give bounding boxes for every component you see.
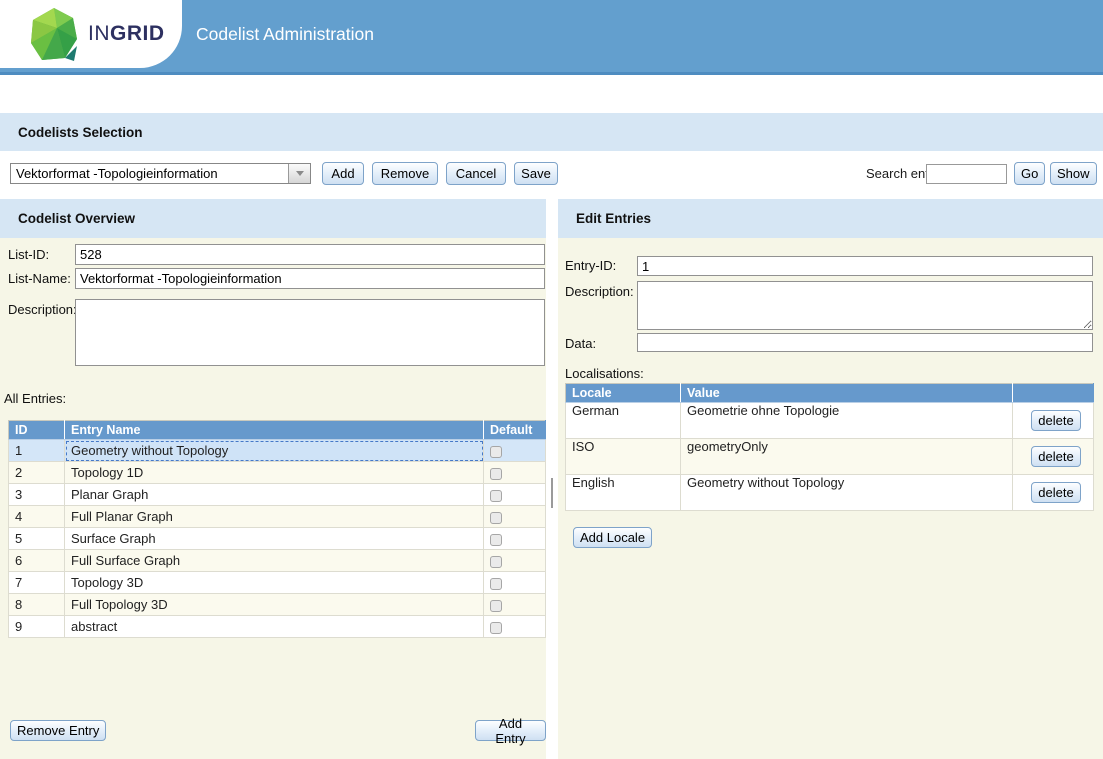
- locale-value-cell[interactable]: Geometry without Topology: [681, 475, 1013, 511]
- locale-row: ISO geometryOnly delete: [566, 439, 1094, 475]
- list-id-input[interactable]: [75, 244, 545, 265]
- cancel-button[interactable]: Cancel: [446, 162, 506, 185]
- add-codelist-button[interactable]: Add: [322, 162, 364, 185]
- chevron-down-icon: [296, 171, 304, 176]
- column-header-actions: [1013, 384, 1094, 403]
- entry-row[interactable]: 2Topology 1D: [9, 462, 546, 484]
- delete-locale-button[interactable]: delete: [1031, 482, 1080, 503]
- panel-resize-handle[interactable]: [551, 478, 553, 508]
- entry-row[interactable]: 1Geometry without Topology: [9, 440, 546, 462]
- page-title: Codelist Administration: [196, 0, 374, 68]
- codelist-dropdown[interactable]: Vektorformat -Topologieinformation: [10, 163, 311, 184]
- default-checkbox[interactable]: [490, 468, 502, 480]
- locale-value-cell[interactable]: geometryOnly: [681, 439, 1013, 475]
- entry-row[interactable]: 9abstract: [9, 616, 546, 638]
- description-label: Description:: [8, 302, 77, 317]
- codelist-description-textarea[interactable]: [75, 299, 545, 366]
- locale-value-cell[interactable]: Geometrie ohne Topologie: [681, 403, 1013, 439]
- all-entries-table: ID Entry Name Default 1Geometry without …: [8, 420, 546, 638]
- entry-id-input[interactable]: [637, 256, 1093, 276]
- default-checkbox[interactable]: [490, 578, 502, 590]
- locale-cell[interactable]: ISO: [566, 439, 681, 475]
- data-label: Data:: [565, 336, 596, 351]
- default-checkbox[interactable]: [490, 512, 502, 524]
- locale-cell[interactable]: German: [566, 403, 681, 439]
- entry-row[interactable]: 3Planar Graph: [9, 484, 546, 506]
- list-name-input[interactable]: [75, 268, 545, 289]
- codelist-overview-title: Codelist Overview: [0, 211, 135, 226]
- save-button[interactable]: Save: [514, 162, 558, 185]
- column-header-default: Default: [484, 421, 546, 440]
- search-entry-input[interactable]: [926, 164, 1007, 184]
- column-header-locale: Locale: [566, 384, 681, 403]
- localisations-label: Localisations:: [565, 366, 644, 381]
- all-entries-label: All Entries:: [4, 391, 66, 406]
- codelists-selection-bar: Codelists Selection: [0, 113, 1103, 151]
- default-checkbox[interactable]: [490, 490, 502, 502]
- entry-description-textarea[interactable]: [637, 281, 1093, 330]
- edit-entries-panel: Edit Entries Entry-ID: Description: Data…: [558, 199, 1103, 759]
- delete-locale-button[interactable]: delete: [1031, 410, 1080, 431]
- data-input[interactable]: [637, 333, 1093, 352]
- list-name-label: List-Name:: [8, 271, 71, 286]
- column-header-id: ID: [9, 421, 65, 440]
- ingrid-gem-icon: [28, 6, 80, 62]
- codelists-selection-title: Codelists Selection: [0, 125, 143, 140]
- localisations-header-row: Locale Value: [566, 384, 1094, 403]
- add-entry-button[interactable]: Add Entry: [475, 720, 546, 741]
- app-header: Codelist Administration INGRID: [0, 0, 1103, 75]
- column-header-value: Value: [681, 384, 1013, 403]
- entry-row[interactable]: 8Full Topology 3D: [9, 594, 546, 616]
- default-checkbox[interactable]: [490, 622, 502, 634]
- default-checkbox[interactable]: [490, 534, 502, 546]
- add-locale-button[interactable]: Add Locale: [573, 527, 652, 548]
- edit-entries-title: Edit Entries: [558, 211, 651, 226]
- default-checkbox[interactable]: [490, 556, 502, 568]
- codelist-overview-header: Codelist Overview: [0, 199, 546, 238]
- go-button[interactable]: Go: [1014, 162, 1045, 185]
- entry-row[interactable]: 4Full Planar Graph: [9, 506, 546, 528]
- locale-row: English Geometry without Topology delete: [566, 475, 1094, 511]
- localisations-table: Locale Value German Geometrie ohne Topol…: [565, 383, 1094, 511]
- entries-header-row: ID Entry Name Default: [9, 421, 546, 440]
- ingrid-logo: INGRID: [0, 0, 182, 68]
- codelist-dropdown-value: Vektorformat -Topologieinformation: [16, 164, 218, 183]
- entry-row[interactable]: 7Topology 3D: [9, 572, 546, 594]
- codelist-dropdown-button[interactable]: [288, 164, 310, 183]
- delete-locale-button[interactable]: delete: [1031, 446, 1080, 467]
- codelist-administration-page: Codelist Administration INGRID Codelists…: [0, 0, 1103, 759]
- entry-row[interactable]: 6Full Surface Graph: [9, 550, 546, 572]
- remove-entry-button[interactable]: Remove Entry: [10, 720, 106, 741]
- locale-row: German Geometrie ohne Topologie delete: [566, 403, 1094, 439]
- codelist-overview-panel: Codelist Overview List-ID: List-Name: De…: [0, 199, 546, 759]
- list-id-label: List-ID:: [8, 247, 49, 262]
- column-header-entry-name: Entry Name: [65, 421, 484, 440]
- entry-id-label: Entry-ID:: [565, 258, 616, 273]
- locale-cell[interactable]: English: [566, 475, 681, 511]
- entry-description-label: Description:: [565, 284, 634, 299]
- default-checkbox[interactable]: [490, 600, 502, 612]
- default-checkbox[interactable]: [490, 446, 502, 458]
- entry-row[interactable]: 5Surface Graph: [9, 528, 546, 550]
- edit-entries-header: Edit Entries: [558, 199, 1103, 238]
- ingrid-logo-text: INGRID: [88, 22, 165, 46]
- remove-codelist-button[interactable]: Remove: [372, 162, 438, 185]
- show-button[interactable]: Show: [1050, 162, 1097, 185]
